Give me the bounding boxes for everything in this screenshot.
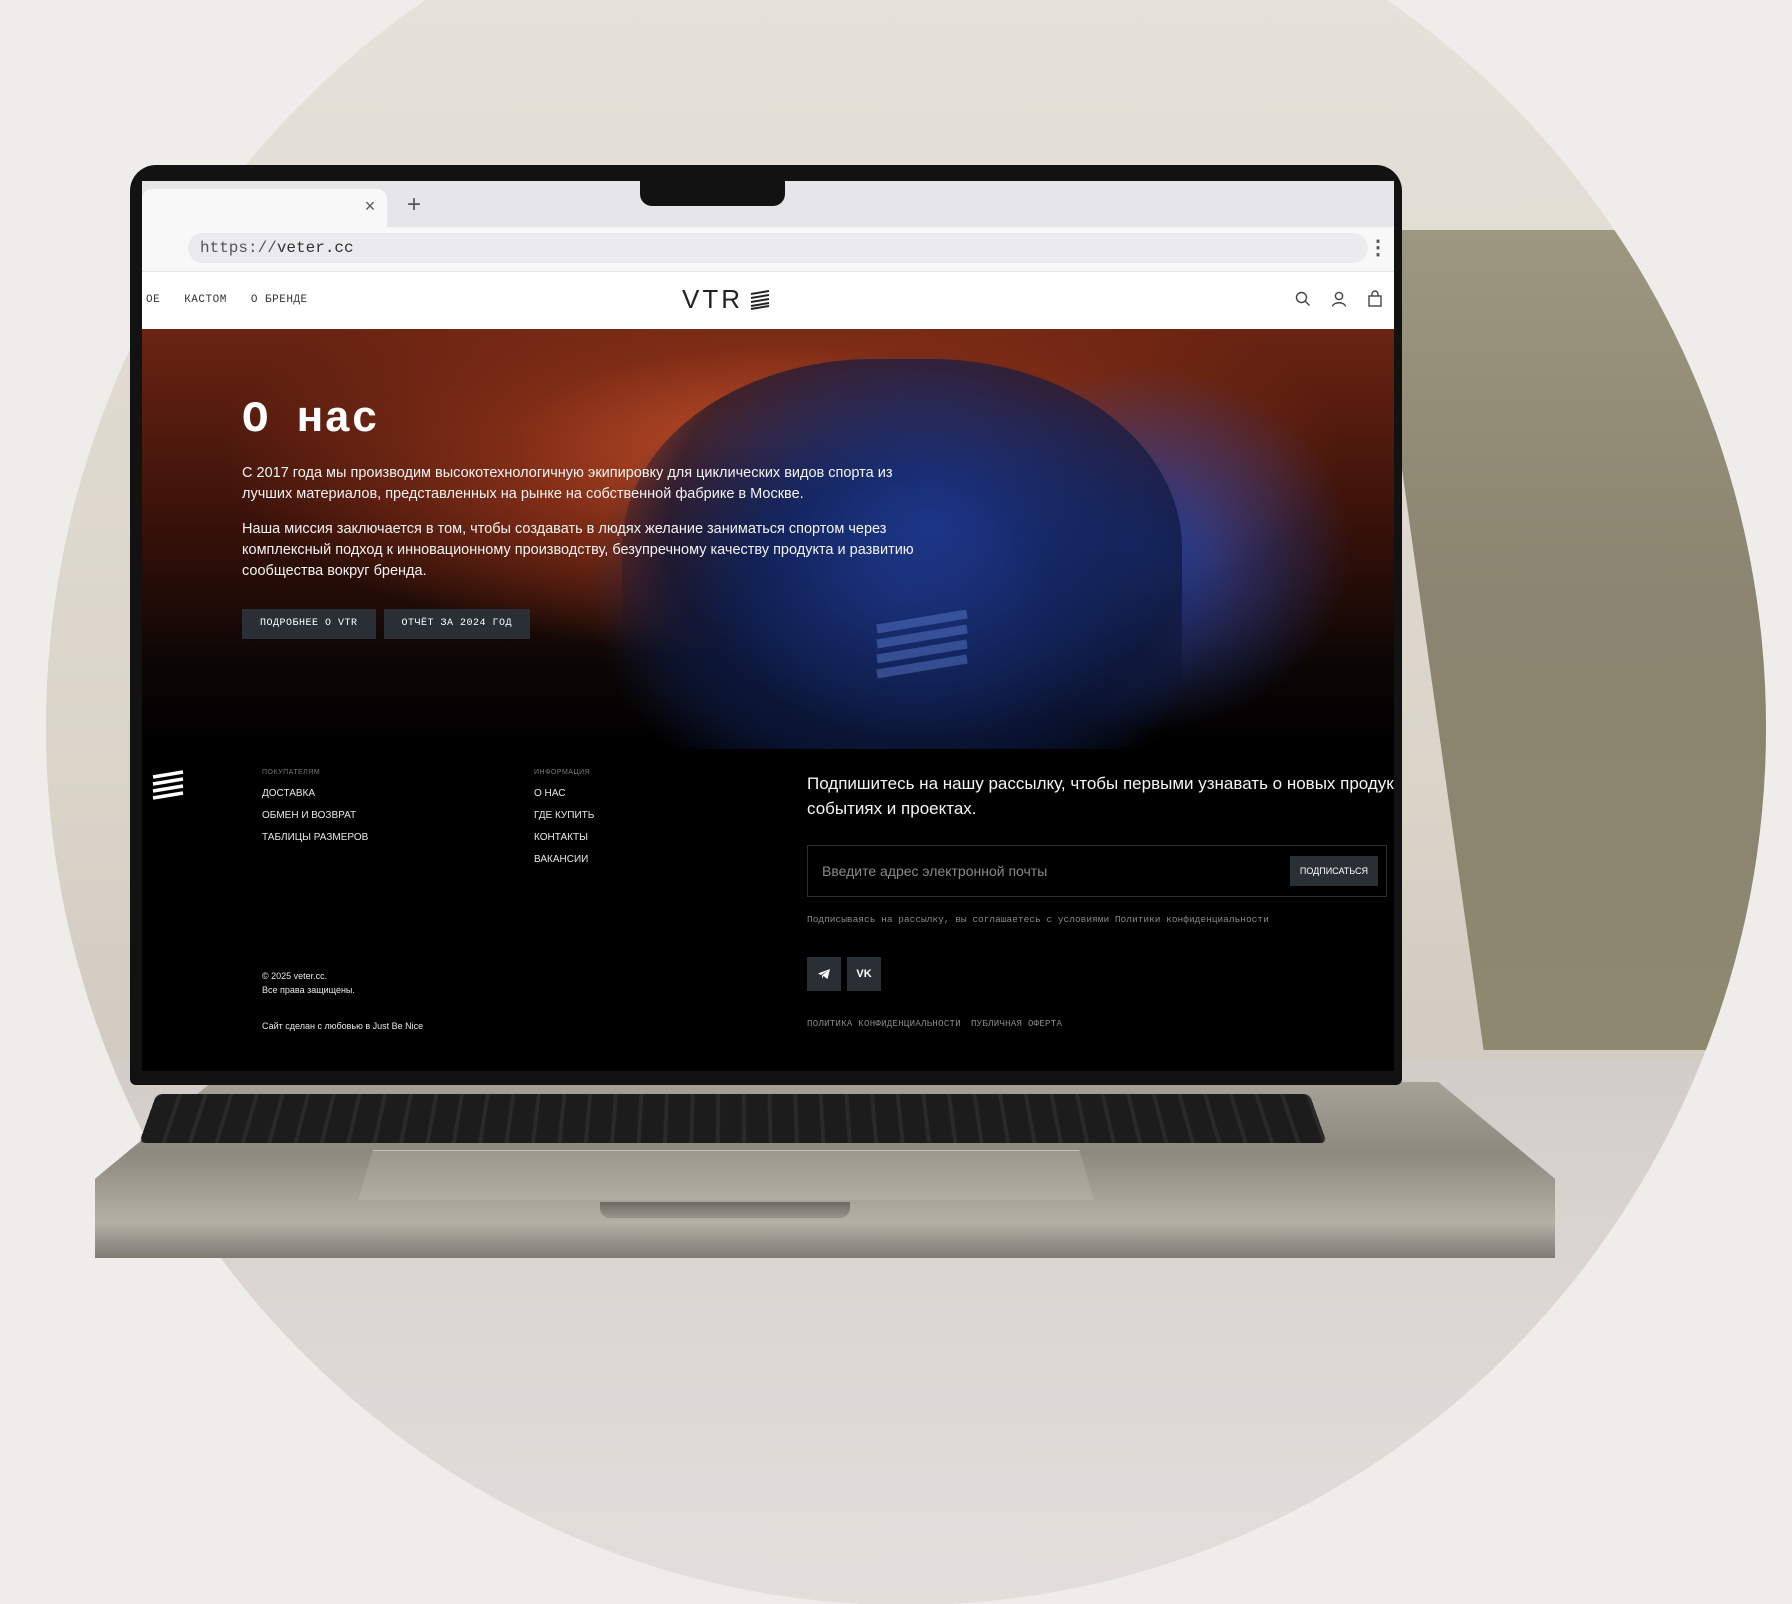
made-by-credit[interactable]: Сайт сделан с любовью в Just Be Nice bbox=[262, 1021, 423, 1031]
footer-col-heading: ИНФОРМАЦИЯ bbox=[534, 769, 591, 776]
telegram-glyph bbox=[818, 969, 830, 979]
telegram-icon[interactable] bbox=[807, 957, 841, 991]
url-scheme: https:// bbox=[200, 239, 277, 257]
camera-notch bbox=[640, 180, 785, 206]
logo-text: VTR bbox=[682, 284, 743, 314]
newsletter-form: ПОДПИСАТЬСЯ bbox=[807, 845, 1387, 897]
logo-mark-icon bbox=[750, 289, 770, 310]
subscribe-button[interactable]: ПОДПИСАТЬСЯ bbox=[1289, 856, 1378, 886]
main-nav: ОЕ КАСТОМ О БРЕНДЕ bbox=[146, 294, 308, 306]
hero-paragraph-history: С 2017 года мы производим высокотехнолог… bbox=[242, 465, 893, 502]
footer-link-delivery[interactable]: ДОСТАВКА bbox=[262, 788, 368, 799]
new-tab-icon[interactable]: + bbox=[404, 193, 424, 217]
footer-col-buyers: ПОКУПАТЕЛЯМ ДОСТАВКА ОБМЕН И ВОЗВРАТ ТАБ… bbox=[262, 769, 368, 854]
footer-link-size-charts[interactable]: ТАБЛИЦЫ РАЗМЕРОВ bbox=[262, 832, 368, 843]
copyright: © 2025 veter.cc. Все права защищены. bbox=[262, 969, 355, 997]
nav-item-about-brand[interactable]: О БРЕНДЕ bbox=[251, 294, 308, 306]
user-icon[interactable] bbox=[1330, 290, 1348, 308]
site-logo[interactable]: VTR bbox=[682, 284, 771, 315]
site-footer: ПОКУПАТЕЛЯМ ДОСТАВКА ОБМЕН И ВОЗВРАТ ТАБ… bbox=[142, 749, 1394, 1071]
site-header: ОЕ КАСТОМ О БРЕНДЕ VTR bbox=[142, 271, 1394, 329]
email-field[interactable] bbox=[822, 846, 1282, 896]
browser-window: × + https://veter.cc ⋮ ОЕ КАСТОМ О БРЕНД… bbox=[142, 181, 1394, 1071]
bag-icon[interactable] bbox=[1366, 290, 1384, 308]
search-icon[interactable] bbox=[1294, 290, 1312, 308]
laptop-screen-bezel: × + https://veter.cc ⋮ ОЕ КАСТОМ О БРЕНД… bbox=[130, 165, 1402, 1085]
url-field[interactable]: https://veter.cc bbox=[188, 233, 1368, 263]
hero-actions: ПОДРОБНЕЕ О VTR ОТЧЁТ ЗА 2024 ГОД bbox=[242, 609, 531, 639]
url-host: veter.cc bbox=[276, 239, 354, 257]
footer-link-where-to-buy[interactable]: ГДЕ КУПИТЬ bbox=[534, 810, 594, 821]
newsletter-heading: Подпишитесь на нашу рассылку, чтобы перв… bbox=[807, 774, 1394, 818]
hero-paragraph-mission: Наша миссия заключается в том, чтобы соз… bbox=[242, 521, 914, 579]
more-about-vtr-button[interactable]: ПОДРОБНЕЕ О VTR bbox=[242, 609, 376, 639]
page-title: О нас bbox=[242, 395, 380, 445]
laptop-hinge bbox=[600, 1202, 850, 1218]
nav-item-custom[interactable]: КАСТОМ bbox=[184, 294, 227, 306]
footer-link-contacts[interactable]: КОНТАКТЫ bbox=[534, 832, 594, 843]
report-2024-button[interactable]: ОТЧЁТ ЗА 2024 ГОД bbox=[383, 609, 531, 639]
copyright-year: © 2025 veter.cc. bbox=[262, 971, 328, 981]
legal-links: ПОЛИТИКА КОНФИДЕНЦИАЛЬНОСТИ ПУБЛИЧНАЯ ОФ… bbox=[807, 1019, 1062, 1029]
footer-link-returns[interactable]: ОБМЕН И ВОЗВРАТ bbox=[262, 810, 368, 821]
laptop-keyboard bbox=[139, 1093, 1327, 1143]
footer-link-vacancies[interactable]: ВАКАНСИИ bbox=[534, 854, 594, 865]
footer-col-info: ИНФОРМАЦИЯ О НАС ГДЕ КУПИТЬ КОНТАКТЫ ВАК… bbox=[534, 769, 594, 876]
footer-col-heading: ПОКУПАТЕЛЯМ bbox=[262, 769, 321, 776]
browser-address-bar: https://veter.cc ⋮ bbox=[142, 227, 1394, 271]
hero-section: О нас С 2017 года мы производим высокоте… bbox=[142, 329, 1394, 779]
header-actions bbox=[1294, 290, 1384, 308]
public-offer-link[interactable]: ПУБЛИЧНАЯ ОФЕРТА bbox=[971, 1019, 1062, 1029]
nav-item-partial[interactable]: ОЕ bbox=[146, 294, 160, 306]
footer-link-about[interactable]: О НАС bbox=[534, 788, 594, 799]
privacy-policy-link[interactable]: ПОЛИТИКА КОНФИДЕНЦИАЛЬНОСТИ bbox=[807, 1019, 961, 1029]
copyright-rights: Все права защищены. bbox=[262, 985, 355, 995]
social-links: VK bbox=[807, 957, 881, 991]
newsletter-consent: Подписываясь на рассылку, вы соглашаетес… bbox=[807, 914, 1269, 925]
laptop-trackpad bbox=[358, 1150, 1094, 1200]
browser-tab[interactable]: × bbox=[142, 189, 387, 227]
footer-logo-icon bbox=[152, 770, 184, 800]
browser-menu-icon[interactable]: ⋮ bbox=[1368, 237, 1388, 259]
close-tab-icon[interactable]: × bbox=[361, 197, 379, 215]
jersey-logo-mark bbox=[876, 609, 968, 679]
vk-icon[interactable]: VK bbox=[847, 957, 881, 991]
wall-shadow bbox=[1368, 230, 1766, 1050]
